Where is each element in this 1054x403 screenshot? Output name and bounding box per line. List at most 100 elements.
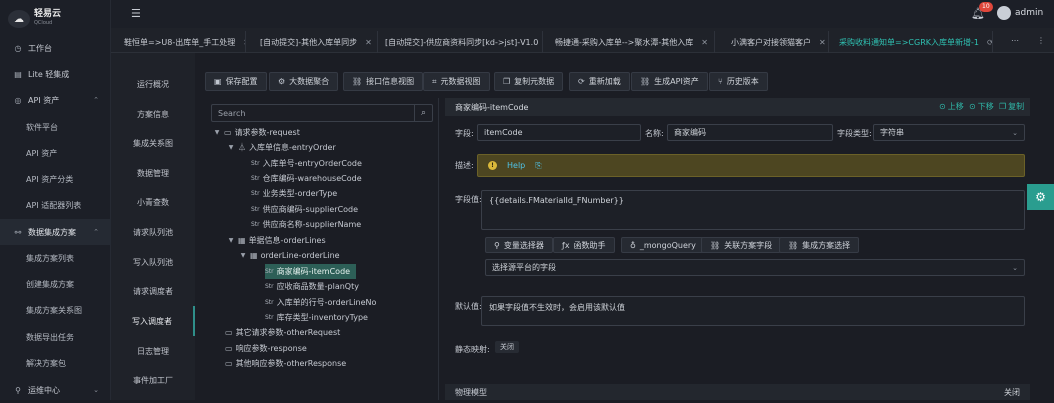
move-up-button[interactable]: ⊙ 上移	[939, 101, 964, 112]
submenu-item[interactable]: 事件加工厂	[111, 365, 195, 395]
sidebar-item-software-platform[interactable]: 软件平台	[0, 114, 111, 140]
save-config-button[interactable]: ▣ 保存配置	[205, 72, 267, 91]
copy-metadata-button[interactable]: ❐ 复制元数据	[494, 72, 564, 91]
sidebar-item-lite[interactable]: ▤ Lite 轻集成	[0, 61, 111, 87]
tab-item[interactable]: [自动提交]-供应商资料同步[kd->jst]-V1.0✕	[377, 31, 543, 53]
logo[interactable]: ☁ 轻易云 QCloud	[8, 8, 61, 30]
scheme-submenu: 运行概况 方案信息 集成关系图 数据管理 小青查数 请求队列池 写入队列池 请求…	[111, 53, 195, 400]
sidebar-item-api-adapter-list[interactable]: API 适配器列表	[0, 192, 111, 218]
string-type-icon: Str	[251, 221, 260, 228]
api-info-view-button[interactable]: ⛓ 接口信息视图	[343, 72, 424, 91]
sidebar-item-ops-center[interactable]: ⚲ 运维中心 ⌄	[0, 377, 111, 403]
link-icon: ⛓	[788, 240, 799, 250]
function-helper-button[interactable]: ƒx 函数助手	[553, 237, 615, 253]
sidebar-item-scheme-list[interactable]: 集成方案列表	[0, 245, 111, 271]
tree-node[interactable]: Str 业务类型-orderType	[251, 186, 337, 201]
type-select[interactable]: 字符串 ⌄	[873, 124, 1025, 141]
tree-node[interactable]: ▭ 响应参数-response	[225, 341, 307, 356]
tree-node[interactable]: Str 库存类型-inventoryType	[265, 310, 368, 325]
value-textarea[interactable]: {{details.FMaterialId_FNumber}}	[481, 190, 1025, 230]
big-data-aggregate-button[interactable]: ⚙ 大数据聚合	[269, 72, 339, 91]
static-mapping-toggle[interactable]: 关闭	[495, 341, 519, 353]
close-icon[interactable]: ✕	[365, 38, 372, 47]
tree-node[interactable]: Str 仓库编码-warehouseCode	[251, 171, 362, 186]
refresh-icon[interactable]: ⟳	[987, 38, 992, 47]
field-input[interactable]: itemCode	[477, 124, 641, 141]
reload-button[interactable]: ⟳ 重新加载	[569, 72, 630, 91]
sidebar-item-api-assets[interactable]: ◎ API 资产 ⌃	[0, 87, 111, 113]
submenu-item[interactable]: 请求队列池	[111, 217, 195, 247]
submenu-item[interactable]: 日志管理	[111, 336, 195, 366]
sidebar-item-api-asset-category[interactable]: API 资产分类	[0, 166, 111, 192]
gear-icon: ⚙	[278, 77, 286, 86]
submenu-item[interactable]: 方案信息	[111, 99, 195, 129]
tree-node[interactable]: Str 入库单的行号-orderLineNo	[265, 295, 376, 310]
generate-api-asset-button[interactable]: ⛓ 生成API资产	[631, 72, 708, 91]
menu-toggle-icon[interactable]: ☰	[131, 7, 141, 20]
search-input[interactable]	[212, 105, 412, 121]
tree-node[interactable]: Str 应收商品数量-planQty	[265, 279, 359, 294]
close-icon[interactable]: ✕	[701, 38, 708, 47]
submenu-item[interactable]: 请求调度者	[111, 276, 195, 306]
value-label: 字段值:	[455, 195, 482, 204]
close-icon[interactable]: ✕	[243, 38, 245, 47]
tab-item[interactable]: 畅捷通-采购入库单-->聚水潭-其他入库 ✕	[547, 31, 715, 53]
sidebar-item-workbench[interactable]: ◷ 工作台	[0, 35, 111, 61]
sidebar-item-scheme-graph[interactable]: 集成方案关系图	[0, 297, 111, 323]
sidebar-item-data-integration[interactable]: ⚯ 数据集成方案 ⌃	[0, 219, 111, 245]
copy-button[interactable]: ❐ 复制	[999, 101, 1024, 112]
field-label: 字段:	[455, 129, 474, 138]
tree-node[interactable]: ▼ ▦ 单据信息-orderLines	[227, 233, 326, 248]
sidebar-item-solution-packages[interactable]: 解决方案包	[0, 350, 111, 376]
tree-node[interactable]: Str 入库单号-entryOrderCode	[251, 156, 362, 171]
history-versions-button[interactable]: ⑂ 历史版本	[709, 72, 768, 91]
submenu-item[interactable]: 运行概况	[111, 69, 195, 99]
name-input[interactable]: 商家编码	[667, 124, 833, 141]
string-type-icon: Str	[265, 314, 274, 321]
tree-node[interactable]: ▼ ⏃ 入库单信息-entryOrder	[227, 140, 336, 155]
history-icon: ⑂	[718, 77, 723, 86]
submenu-item-active[interactable]: 写入调度者	[111, 306, 195, 336]
tab-item-active[interactable]: 采购收料通知单=>CGRK入库单新增-1⟳✕	[831, 31, 993, 53]
close-icon[interactable]: ✕	[819, 38, 826, 47]
close-toggle[interactable]: 关闭	[1004, 387, 1020, 398]
scheme-select-button[interactable]: ⛓ 集成方案选择	[779, 237, 860, 253]
tree-node[interactable]: ▼ ▦ orderLine-orderLine	[239, 248, 340, 263]
tree-node-selected[interactable]: Str 商家编码-itemCode	[265, 264, 357, 279]
variable-selector-button[interactable]: ⚲ 变量选择器	[485, 237, 553, 253]
mongo-query-button[interactable]: ♁ _mongoQuery	[621, 237, 705, 253]
submenu-item[interactable]: 写入队列池	[111, 247, 195, 277]
settings-gear-icon[interactable]: ⚙	[1027, 184, 1054, 210]
tab-item[interactable]: [自动提交]-其他入库单同步 ✕	[252, 31, 378, 53]
move-down-button[interactable]: ⊙ 下移	[969, 101, 994, 112]
tree-node[interactable]: ▭ 其他响应参数-otherResponse	[225, 356, 346, 371]
sidebar-item-create-scheme[interactable]: 创建集成方案	[0, 271, 111, 297]
submenu-item[interactable]: 集成关系图	[111, 128, 195, 158]
tree-node[interactable]: Str 供应商名称-supplierName	[251, 217, 361, 232]
default-textarea[interactable]: 如果字段值不生效时，会启用该默认值	[481, 296, 1025, 326]
submenu-item[interactable]: 数据管理	[111, 158, 195, 188]
tree-node[interactable]: ▭ 其它请求参数-otherRequest	[225, 325, 340, 340]
field-tree-panel: ⌕ ▼▭请求参数-request ▼⏃入库单信息-entryOrder Str入…	[207, 98, 437, 400]
sidebar-item-api-asset[interactable]: API 资产	[0, 140, 111, 166]
folder-icon: ▭	[225, 328, 233, 337]
link-icon: ⛓	[640, 77, 651, 86]
tree-node[interactable]: Str 供应商编码-supplierCode	[251, 202, 358, 217]
tree-node[interactable]: ▼ ▭ 请求参数-request	[213, 125, 300, 140]
chevron-up-icon: ⌃	[93, 96, 99, 104]
tab-item[interactable]: 鞋恒单=>U8-出库单_手工处理✕	[116, 31, 246, 53]
search-icon[interactable]: ⌕	[414, 105, 432, 121]
string-type-icon: Str	[265, 283, 274, 290]
source-field-select[interactable]: 选择源平台的字段 ⌄	[485, 259, 1025, 276]
more-tabs-icon[interactable]: ⋯	[1011, 36, 1019, 45]
kebab-menu-icon[interactable]: ⋮	[1037, 36, 1045, 45]
user-name[interactable]: admin	[1015, 8, 1043, 18]
related-scheme-field-button[interactable]: ⛓ 关联方案字段	[701, 237, 782, 253]
external-link-icon[interactable]: ⎘	[535, 161, 541, 171]
tab-item[interactable]: 小满客户对接领猫客户 ✕	[723, 31, 829, 53]
sidebar-item-export-tasks[interactable]: 数据导出任务	[0, 324, 111, 350]
metadata-view-button[interactable]: ⌗ 元数据视图	[423, 72, 490, 91]
avatar[interactable]	[997, 6, 1011, 20]
submenu-item[interactable]: 小青查数	[111, 187, 195, 217]
help-link[interactable]: Help	[507, 161, 525, 170]
